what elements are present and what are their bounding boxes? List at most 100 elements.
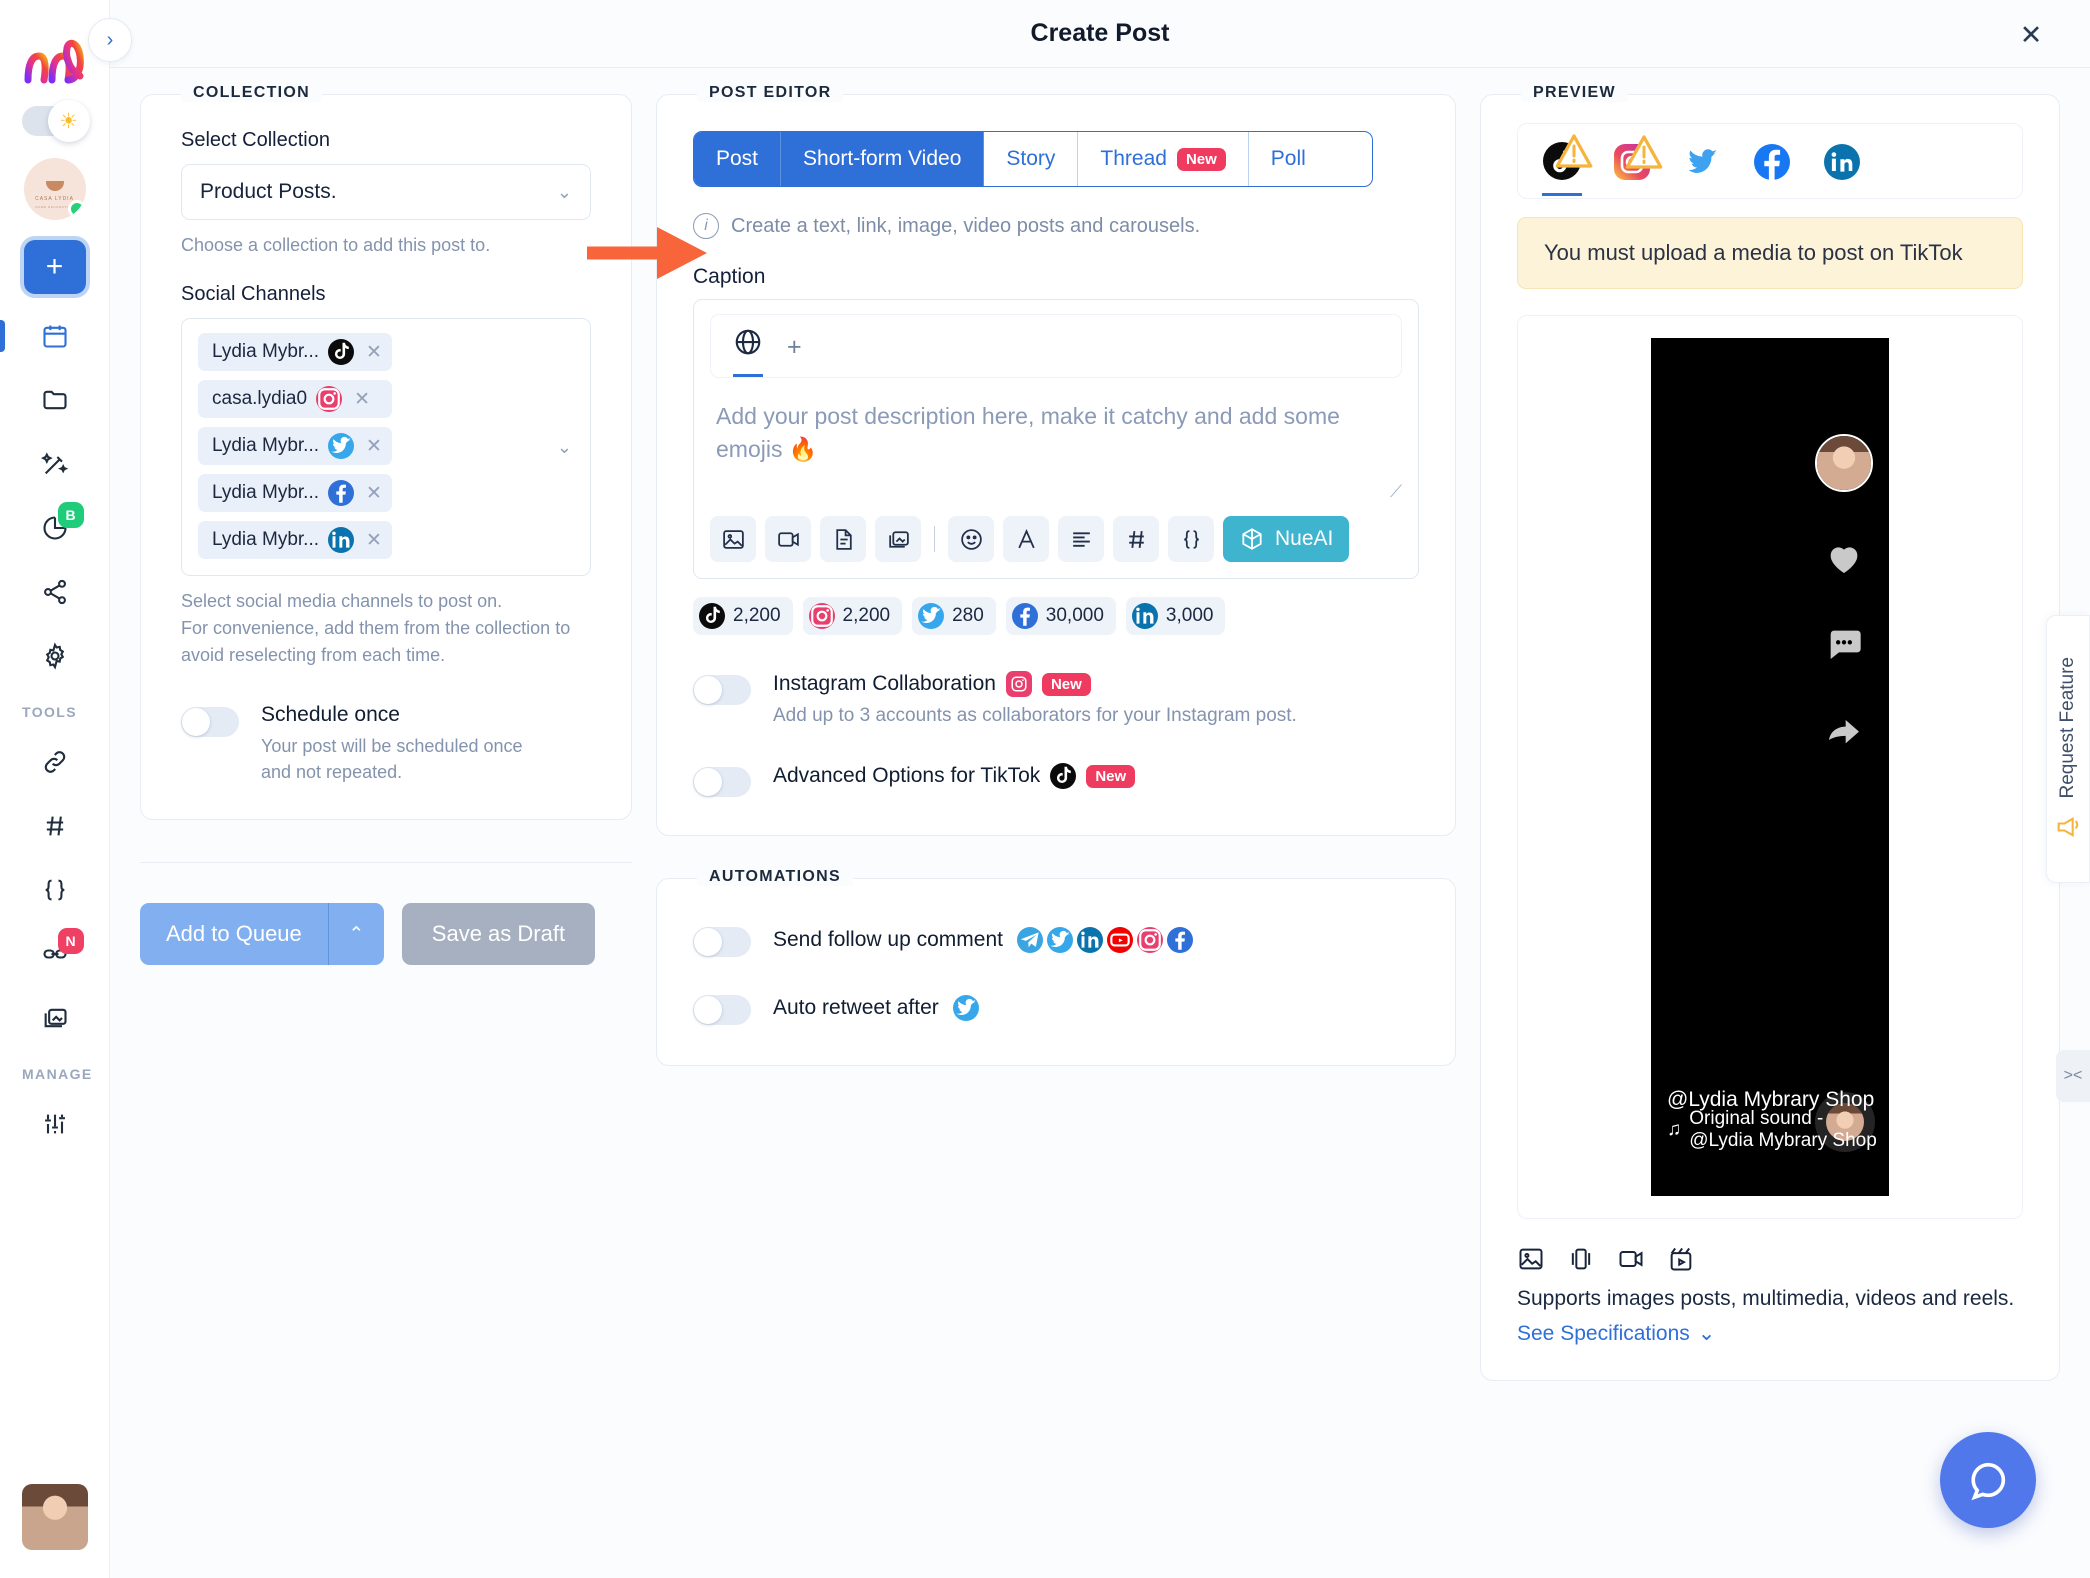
tab-story-label: Story — [1006, 147, 1056, 170]
supported-media-icons — [1517, 1245, 2023, 1273]
nueai-cube-icon — [1242, 528, 1262, 550]
collection-select-value: Product Posts. — [200, 180, 337, 203]
theme-toggle[interactable]: ☀ — [21, 100, 90, 142]
counter-value: 280 — [952, 605, 984, 626]
sidebar-section-tools: TOOLS — [22, 704, 77, 720]
create-post-button[interactable]: + — [23, 240, 86, 294]
sidebar-item-hashtag[interactable] — [24, 804, 86, 848]
channel-name: Lydia Mybr... — [212, 529, 320, 550]
chevron-up-icon[interactable]: ⌃ — [327, 903, 384, 966]
align-icon[interactable] — [1058, 516, 1104, 562]
collection-select-helper: Choose a collection to add this post to. — [181, 235, 491, 255]
preview-tab-instagram[interactable] — [1612, 135, 1663, 194]
channel-chip[interactable]: casa.lydia0 ✕ — [198, 380, 392, 418]
add-to-queue-button[interactable]: Add to Queue — [140, 903, 328, 966]
save-as-draft-button[interactable]: Save as Draft — [401, 903, 596, 966]
counter-value: 30,000 — [1045, 605, 1104, 626]
image-icon[interactable] — [710, 516, 756, 562]
channel-chip[interactable]: Lydia Mybr... ✕ — [198, 427, 392, 465]
avatar[interactable] — [1815, 434, 1873, 492]
request-feature-tab[interactable]: Request Feature — [2046, 615, 2090, 883]
tab-short-form-video[interactable]: Short-form Video — [781, 132, 985, 186]
resize-handle-icon[interactable]: ⟋ — [1390, 482, 1402, 502]
braces-icon[interactable] — [1168, 516, 1214, 562]
video-icon — [1619, 1251, 1643, 1267]
facebook-icon — [1754, 144, 1790, 180]
preview-tab-twitter[interactable] — [1682, 142, 1722, 194]
user-avatar[interactable] — [22, 1484, 88, 1550]
sidebar-item-shortlink[interactable]: N — [24, 928, 86, 976]
preview-tab-facebook[interactable] — [1752, 142, 1792, 194]
remove-channel-icon[interactable]: ✕ — [366, 482, 382, 505]
tab-story[interactable]: Story — [984, 132, 1079, 186]
preview-tab-tiktok[interactable] — [1542, 133, 1593, 196]
carousel-icon — [1571, 1248, 1591, 1270]
auto-retweet-after-toggle[interactable] — [693, 995, 751, 1025]
preview-sound-row: ♫ Original sound - @Lydia Mybrary Shop — [1667, 1108, 1889, 1152]
channel-chip[interactable]: Lydia Mybr... ✕ — [198, 521, 392, 559]
channel-chip[interactable]: Lydia Mybr... ✕ — [198, 333, 392, 371]
caption-input-area[interactable]: Add your post description here, make it … — [694, 378, 1418, 506]
character-counters: 2,200 2,200 280 30,000 3,000 — [693, 597, 1419, 635]
hashtag-icon[interactable] — [1113, 516, 1159, 562]
tab-post[interactable]: Post — [694, 132, 782, 186]
document-icon[interactable] — [820, 516, 866, 562]
linkedin-icon — [1076, 927, 1103, 953]
channel-chip[interactable]: Lydia Mybr... ✕ — [198, 474, 392, 512]
sidebar-item-analytics[interactable]: B — [24, 502, 86, 550]
auto-retweet-after-row: Auto retweet after — [693, 991, 1419, 1025]
editor-info-line: i Create a text, link, image, video post… — [693, 213, 1419, 239]
chevron-down-icon[interactable]: ⌄ — [557, 437, 572, 458]
media-library-icon[interactable] — [875, 516, 921, 562]
remove-channel-icon[interactable]: ✕ — [354, 388, 370, 411]
workspace-avatar[interactable]: CASA LYDIA HOME DECORATION — [23, 158, 86, 220]
linkedin-icon — [328, 527, 355, 553]
sidebar-item-folder[interactable] — [24, 378, 86, 422]
page-title: Create Post — [1030, 19, 1170, 47]
preview-tab-linkedin[interactable] — [1822, 142, 1862, 194]
instagram-icon — [1005, 671, 1032, 697]
channel-name: Lydia Mybr... — [212, 341, 320, 362]
add-caption-variant-button[interactable]: + — [787, 333, 802, 372]
sidebar-item-magic-wand[interactable] — [24, 442, 86, 486]
see-specifications-link[interactable]: See Specifications ⌄ — [1517, 1321, 2023, 1346]
send-follow-up-comment-toggle[interactable] — [693, 927, 751, 957]
sidebar-item-calendar[interactable] — [0, 314, 86, 358]
video-icon[interactable] — [765, 516, 811, 562]
tab-post-label: Post — [716, 147, 759, 170]
sidebar-item-settings[interactable] — [24, 634, 86, 678]
share-icon[interactable] — [1824, 710, 1864, 750]
emoji-icon[interactable] — [948, 516, 994, 562]
tiktok-advanced-options-toggle[interactable] — [693, 767, 751, 797]
annotation-arrow-icon — [587, 227, 707, 279]
sidebar-expand-button[interactable]: › — [88, 18, 132, 62]
close-icon[interactable]: ✕ — [2014, 18, 2048, 52]
sidebar-section-manage: MANAGE — [22, 1066, 93, 1082]
preview-panel: PREVIEW You must upload a media to post … — [1480, 84, 2060, 1381]
sidebar-item-sliders[interactable] — [24, 1102, 86, 1146]
collection-select[interactable]: Product Posts. ⌄ — [181, 164, 591, 220]
nueai-button[interactable]: NueAI — [1223, 516, 1350, 562]
globe-icon[interactable] — [733, 327, 763, 377]
heart-icon[interactable] — [1824, 538, 1864, 578]
help-chat-button[interactable] — [1940, 1432, 2036, 1528]
font-icon[interactable] — [1003, 516, 1049, 562]
sidebar-item-braces[interactable] — [24, 868, 86, 912]
platform-icon-stack — [952, 995, 979, 1021]
remove-channel-icon[interactable]: ✕ — [366, 341, 382, 364]
remove-channel-icon[interactable]: ✕ — [366, 529, 382, 552]
tab-poll[interactable]: Poll — [1248, 132, 1328, 186]
tab-thread[interactable]: Thread New — [1078, 132, 1249, 186]
social-channels-box[interactable]: Lydia Mybr... ✕ casa.lydia0 ✕ Lydia Mybr… — [181, 318, 591, 576]
sidebar-item-share[interactable] — [24, 570, 86, 614]
tiktok-icon — [1050, 763, 1077, 789]
instagram-collaboration-toggle[interactable] — [693, 675, 751, 705]
sidebar-item-link[interactable] — [24, 740, 86, 784]
sidebar-item-media-library[interactable] — [24, 996, 86, 1040]
remove-channel-icon[interactable]: ✕ — [366, 435, 382, 458]
schedule-once-toggle[interactable] — [181, 707, 239, 737]
tiktok-advanced-title: Advanced Options for TikTok — [773, 764, 1041, 787]
collapse-panel-button[interactable]: >< — [2056, 1050, 2090, 1102]
caption-label: Caption — [693, 265, 766, 288]
comment-icon[interactable] — [1824, 624, 1864, 664]
